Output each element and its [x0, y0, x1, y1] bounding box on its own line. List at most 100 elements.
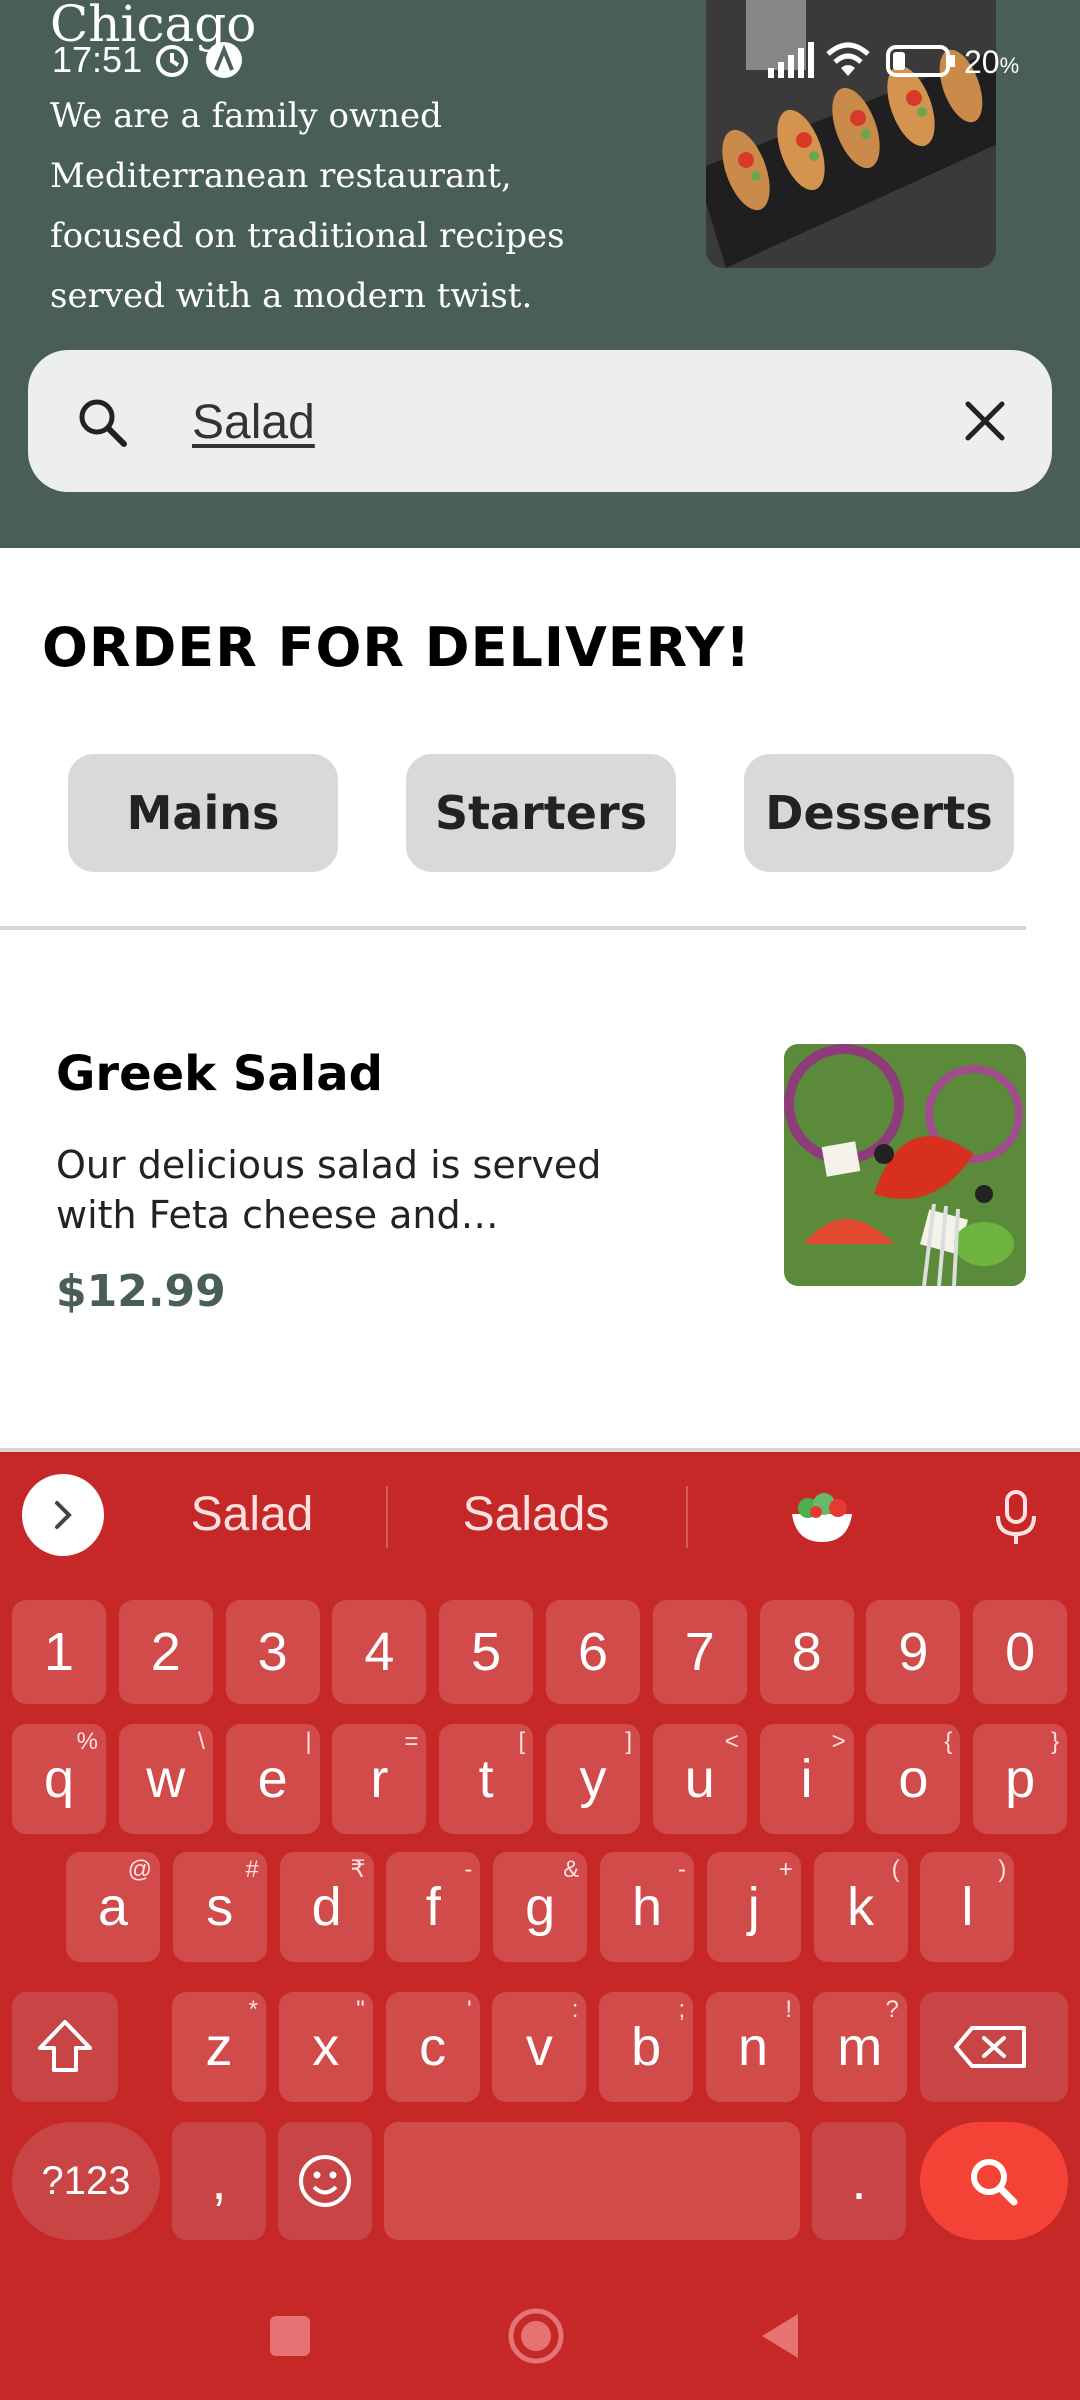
menu-item-price: $12.99: [56, 1266, 226, 1317]
key-secondary-label: -: [464, 1856, 473, 1883]
microphone-icon[interactable]: [990, 1488, 1042, 1546]
recents-icon[interactable]: [268, 2314, 312, 2358]
key-label: 9: [898, 1622, 929, 1682]
key-4[interactable]: 4: [332, 1600, 427, 1704]
key-6[interactable]: 6: [546, 1600, 640, 1704]
key-secondary-label: !: [785, 1996, 792, 2023]
key-secondary-label: ': [467, 1996, 472, 2023]
shift-key[interactable]: [12, 1992, 118, 2102]
category-mains-button[interactable]: Mains: [68, 754, 338, 872]
key-g[interactable]: g &: [493, 1852, 588, 1962]
close-icon[interactable]: [954, 390, 1016, 452]
key-label: f: [425, 1877, 441, 1937]
category-starters-button[interactable]: Starters: [406, 754, 676, 872]
key-label: p: [1005, 1749, 1036, 1809]
symbols-key[interactable]: ?123: [12, 2122, 160, 2240]
key-label: 6: [577, 1622, 609, 1682]
key-label: a: [97, 1877, 129, 1937]
search-action-key[interactable]: [920, 2122, 1068, 2240]
key-n[interactable]: n!: [706, 1992, 800, 2102]
key-i[interactable]: i >: [759, 1724, 854, 1834]
search-icon: [79, 399, 127, 447]
key-y[interactable]: y]: [546, 1724, 640, 1834]
key-secondary-label: (: [891, 1856, 900, 1883]
emoji-key[interactable]: [278, 2122, 372, 2240]
search-input[interactable]: [192, 384, 952, 460]
key-x[interactable]: x ": [278, 1992, 373, 2102]
suggestion-2[interactable]: Salads: [400, 1482, 672, 1548]
key-7[interactable]: 7: [652, 1600, 747, 1704]
suggestion-1[interactable]: Salad: [130, 1482, 374, 1548]
salad-emoji-suggestion-icon[interactable]: [784, 1480, 860, 1550]
key-secondary-label: }: [1051, 1728, 1060, 1755]
key-secondary-label: %: [76, 1728, 98, 1755]
key-j[interactable]: j +: [706, 1852, 801, 1962]
key-secondary-label: <: [724, 1728, 739, 1755]
key-5[interactable]: 5: [439, 1600, 534, 1704]
key-secondary-label: ": [356, 1996, 365, 2023]
key-o[interactable]: o{: [866, 1724, 961, 1834]
key-l[interactable]: l): [920, 1852, 1015, 1962]
key-9[interactable]: 9: [866, 1600, 961, 1704]
backspace-key[interactable]: [920, 1992, 1068, 2102]
search-bar[interactable]: [28, 350, 1052, 492]
key-z[interactable]: z *: [172, 1992, 266, 2102]
chevron-right-icon: [55, 1501, 72, 1529]
key-k[interactable]: k(: [813, 1852, 908, 1962]
comma-key[interactable]: ,: [172, 2122, 266, 2240]
system-navigation-bar: [0, 2270, 1080, 2400]
space-key[interactable]: [384, 2122, 800, 2240]
key-f[interactable]: f-: [386, 1852, 481, 1962]
key-a[interactable]: a @: [66, 1852, 160, 1962]
status-time: 17:51: [52, 39, 143, 80]
key-h[interactable]: h-: [600, 1852, 694, 1962]
key-label: x: [312, 2017, 340, 2077]
status-bar: 17:51 20%: [0, 30, 1080, 90]
search-icon: [971, 2159, 1018, 2206]
key-label: y: [579, 1749, 607, 1809]
key-u[interactable]: u <: [652, 1724, 747, 1834]
smiley-icon: [299, 2155, 351, 2207]
key-secondary-label: >: [831, 1728, 846, 1755]
key-label: b: [631, 2017, 662, 2077]
key-t[interactable]: t[: [439, 1724, 534, 1834]
key-0[interactable]: 0: [973, 1600, 1068, 1704]
key-secondary-label: +: [778, 1856, 793, 1883]
accessibility-icon: [206, 42, 242, 78]
key-8[interactable]: 8: [759, 1600, 854, 1704]
key-label: m: [837, 2017, 883, 2077]
suggestion-divider: [386, 1486, 388, 1548]
key-secondary-label: [: [518, 1728, 526, 1755]
battery-level: 20%: [964, 44, 1020, 80]
keyboard-toolbar-expand-button[interactable]: [22, 1474, 104, 1556]
back-icon[interactable]: [756, 2310, 806, 2362]
key-e[interactable]: e |: [225, 1724, 320, 1834]
key-q[interactable]: q%: [12, 1724, 106, 1834]
suggestion-divider: [686, 1486, 688, 1548]
divider: [0, 926, 1026, 930]
key-v[interactable]: v:: [492, 1992, 587, 2102]
key-label: z: [205, 2017, 233, 2077]
soft-keyboard: Salad Salads 1 2 3 4 5 6 7 8 9 0 q% w \ e | r = t[y] u < i > o…: [0, 1452, 1080, 2400]
key-w[interactable]: w \: [118, 1724, 213, 1834]
key-label: 5: [471, 1622, 502, 1682]
home-icon[interactable]: [506, 2306, 566, 2366]
key-s[interactable]: s #: [172, 1852, 267, 1962]
app-screen: Chicago We are a family owned Mediterran…: [0, 0, 1080, 2400]
key-label: k: [847, 1877, 875, 1937]
key-p[interactable]: p}: [973, 1724, 1068, 1834]
key-m[interactable]: m?: [812, 1992, 907, 2102]
key-secondary-label: -: [678, 1856, 686, 1883]
key-c[interactable]: c ': [385, 1992, 480, 2102]
key-1[interactable]: 1: [12, 1600, 106, 1704]
key-label: 2: [150, 1622, 181, 1682]
key-2[interactable]: 2: [118, 1600, 213, 1704]
key-b[interactable]: b;: [599, 1992, 694, 2102]
period-key[interactable]: .: [812, 2122, 906, 2240]
category-desserts-button[interactable]: Desserts: [744, 754, 1014, 872]
key-label: l: [961, 1877, 974, 1937]
key-3[interactable]: 3: [225, 1600, 320, 1704]
key-d[interactable]: d ₹: [279, 1852, 374, 1962]
key-secondary-label: &: [563, 1856, 580, 1883]
key-r[interactable]: r =: [332, 1724, 427, 1834]
